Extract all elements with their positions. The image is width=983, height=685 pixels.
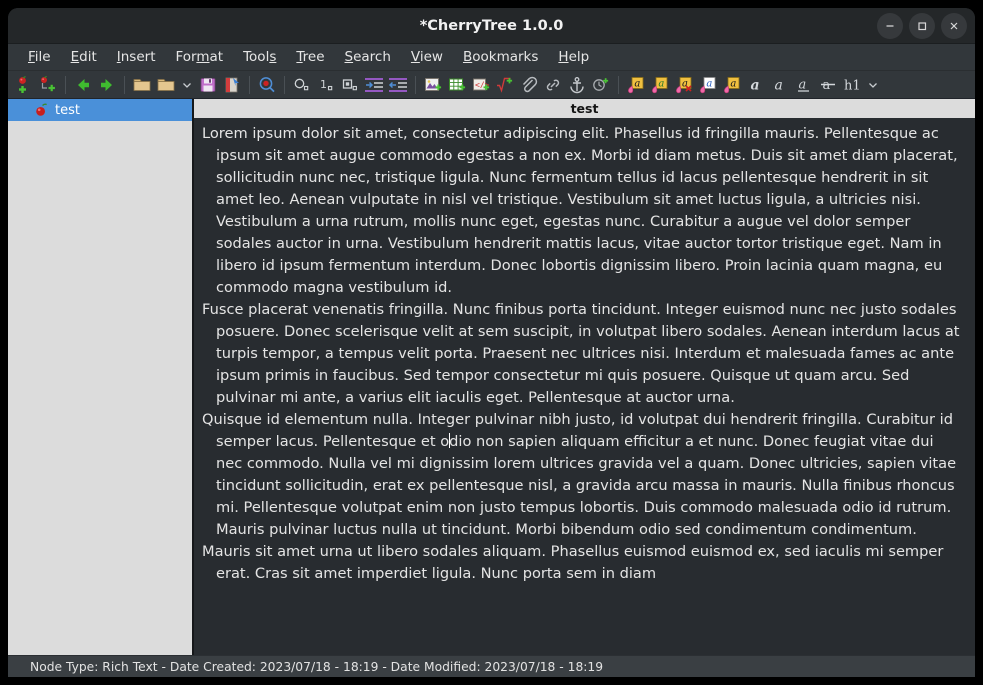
new-node-icon[interactable] <box>12 73 36 97</box>
svg-text:a: a <box>799 77 807 92</box>
recent-documents-chevron-icon[interactable] <box>178 73 196 97</box>
menu-tree[interactable]: Tree <box>286 46 334 68</box>
svg-text:h1: h1 <box>844 78 861 93</box>
insert-latex-icon[interactable] <box>493 73 517 97</box>
insert-table-icon[interactable] <box>445 73 469 97</box>
bulleted-list-icon[interactable] <box>290 73 314 97</box>
new-subnode-icon[interactable] <box>36 73 60 97</box>
insert-codebox-icon[interactable]: </> <box>469 73 493 97</box>
attach-file-icon[interactable] <box>517 73 541 97</box>
menu-bookmarks[interactable]: Bookmarks <box>453 46 548 68</box>
status-bar-text: Node Type: Rich Text - Date Created: 202… <box>30 659 604 674</box>
menu-file[interactable]: File <box>18 46 61 68</box>
insert-timestamp-icon[interactable] <box>589 73 613 97</box>
node-title-header: test <box>194 99 975 118</box>
rich-text-editor[interactable]: Lorem ipsum dolor sit amet, consectetur … <box>194 118 975 655</box>
format-bold-blue-icon[interactable]: a <box>696 73 720 97</box>
svg-text:a: a <box>730 78 736 89</box>
svg-text:a: a <box>658 78 664 89</box>
status-bar: Node Type: Rich Text - Date Created: 202… <box>8 655 975 677</box>
toolbar-separator <box>124 75 125 94</box>
toolbar-separator <box>249 75 250 94</box>
sidebar-item-label: test <box>55 102 80 118</box>
minimize-button[interactable] <box>877 13 903 39</box>
find-icon[interactable] <box>255 73 279 97</box>
toolbar-overflow-chevron-icon[interactable] <box>864 73 882 97</box>
insert-link-icon[interactable] <box>541 73 565 97</box>
menu-help[interactable]: Help <box>548 46 599 68</box>
window-controls <box>877 13 967 39</box>
title-bar: *CherryTree 1.0.0 <box>8 8 975 44</box>
editor-paragraph-with-caret: Quisque id elementum nulla. Integer pulv… <box>202 409 963 541</box>
toolbar-separator <box>284 75 285 94</box>
editor-paragraph: Lorem ipsum dolor sit amet, consectetur … <box>202 125 958 296</box>
heading-icon[interactable]: h1 <box>840 73 864 97</box>
close-button[interactable] <box>941 13 967 39</box>
svg-text:1: 1 <box>320 78 327 91</box>
menu-search[interactable]: Search <box>335 46 401 68</box>
menu-insert[interactable]: Insert <box>107 46 166 68</box>
go-forward-icon[interactable] <box>95 73 119 97</box>
editor-paragraph: Fusce placerat venenatis fringilla. Nunc… <box>202 301 960 406</box>
recent-documents-icon[interactable] <box>154 73 178 97</box>
todo-list-icon[interactable] <box>338 73 362 97</box>
main-body: test test Lorem ipsum dolor sit amet, co… <box>8 99 975 655</box>
menu-view[interactable]: View <box>401 46 453 68</box>
format-highlight-icon[interactable]: a <box>720 73 744 97</box>
underline-icon[interactable]: a <box>792 73 816 97</box>
numbered-list-icon[interactable]: 1 <box>314 73 338 97</box>
cherrytree-window: *CherryTree 1.0.0 File Edit Insert Forma… <box>8 8 975 677</box>
insert-image-icon[interactable] <box>421 73 445 97</box>
open-file-icon[interactable] <box>130 73 154 97</box>
editor-paragraph: Mauris sit amet urna ut libero sodales a… <box>202 543 944 582</box>
insert-anchor-icon[interactable] <box>565 73 589 97</box>
svg-text:a: a <box>823 78 831 93</box>
menu-edit[interactable]: Edit <box>61 46 107 68</box>
remove-formatting-icon[interactable]: a <box>672 73 696 97</box>
tree-sidebar[interactable]: test <box>8 99 194 655</box>
menu-format[interactable]: Format <box>166 46 234 68</box>
indent-increase-icon[interactable] <box>362 73 386 97</box>
maximize-button[interactable] <box>909 13 935 39</box>
go-back-icon[interactable] <box>71 73 95 97</box>
text-color-icon[interactable]: a <box>648 73 672 97</box>
toolbar: 1 </> a a a a a a a a a h1 <box>8 71 975 99</box>
save-as-icon[interactable] <box>220 73 244 97</box>
italic-icon[interactable]: a <box>768 73 792 97</box>
svg-text:a: a <box>775 77 783 93</box>
menu-tools[interactable]: Tools <box>233 46 286 68</box>
highlight-background-icon[interactable]: a <box>624 73 648 97</box>
content-pane: test Lorem ipsum dolor sit amet, consect… <box>194 99 975 655</box>
sidebar-item-test[interactable]: test <box>8 99 192 121</box>
bold-icon[interactable]: a <box>744 73 768 97</box>
window-title: *CherryTree 1.0.0 <box>419 18 564 34</box>
menu-bar: File Edit Insert Format Tools Tree Searc… <box>8 44 975 71</box>
svg-text:a: a <box>706 78 712 89</box>
indent-decrease-icon[interactable] <box>386 73 410 97</box>
toolbar-separator <box>415 75 416 94</box>
toolbar-separator <box>65 75 66 94</box>
toolbar-separator <box>618 75 619 94</box>
save-icon[interactable] <box>196 73 220 97</box>
strikethrough-icon[interactable]: a <box>816 73 840 97</box>
svg-text:a: a <box>751 77 760 93</box>
cherry-icon <box>34 103 49 118</box>
svg-text:a: a <box>634 78 640 89</box>
